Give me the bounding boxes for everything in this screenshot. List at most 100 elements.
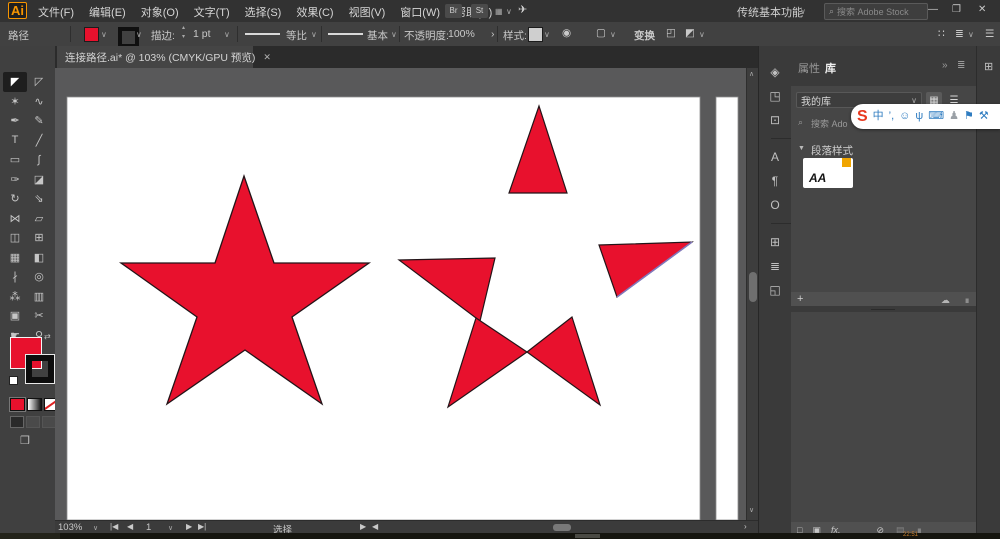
opacity-value[interactable]: 100%	[448, 28, 475, 40]
toolbox-icon[interactable]: ⚒	[979, 104, 989, 129]
add-library-item-icon[interactable]: +	[797, 293, 803, 305]
pencil-tool[interactable]: ✑	[3, 170, 27, 190]
appearance-panel-icon[interactable]: O	[759, 193, 791, 217]
export-panel-icon[interactable]: ◳	[759, 84, 791, 108]
style-swatch[interactable]	[528, 27, 543, 42]
menu-file[interactable]: 文件(F)	[38, 4, 74, 20]
select-similar-chevron-icon[interactable]: ∨	[610, 30, 616, 39]
rectangle-tool[interactable]: ▭	[3, 150, 27, 170]
stock-search-field[interactable]: ⌕ 搜索 Adobe Stock	[824, 3, 928, 20]
gradient-mode-button[interactable]	[27, 398, 42, 411]
menu-effect[interactable]: 效果(C)	[296, 4, 333, 20]
symbol-sprayer-tool[interactable]: ⁂	[3, 287, 27, 307]
sogou-logo[interactable]: S	[857, 104, 868, 129]
layers-panel-icon[interactable]: ◈	[759, 60, 791, 84]
stock-button[interactable]: St	[471, 4, 488, 18]
stroke-weight-value[interactable]: 1 pt	[193, 28, 211, 40]
layout-switcher-chevron-icon[interactable]: ∨	[506, 7, 512, 16]
taskbar-start-region[interactable]	[0, 533, 60, 539]
selection-tool[interactable]: ◤	[3, 72, 27, 92]
magic-wand-tool[interactable]: ✶	[3, 92, 27, 112]
horizontal-scroll-thumb[interactable]	[553, 524, 571, 531]
artboard-nav-chevron-icon[interactable]: ∨	[168, 524, 173, 532]
sync-library-icon[interactable]: ☁	[941, 295, 950, 305]
slice-tool[interactable]: ✂	[27, 306, 51, 326]
shape-builder-tool[interactable]: ◫	[3, 228, 27, 248]
paragraph-panel-icon[interactable]: ¶	[759, 169, 791, 193]
scale-tool[interactable]: ⇘	[27, 189, 51, 209]
tab-overflow-icon[interactable]: »	[942, 60, 948, 71]
menu-view[interactable]: 视图(V)	[349, 4, 386, 20]
close-button[interactable]: ✕	[978, 4, 986, 15]
tab-close-icon[interactable]: ✕	[263, 52, 271, 63]
menu-select[interactable]: 选择(S)	[245, 4, 282, 20]
eyedropper-tool[interactable]: ∤	[3, 267, 27, 287]
pathfinder-panel-icon[interactable]: ◱	[759, 278, 791, 302]
curvature-tool[interactable]: ✎	[27, 111, 51, 131]
section-expand-icon[interactable]: ▼	[798, 145, 805, 152]
eraser-tool[interactable]: ◪	[27, 170, 51, 190]
brush-value[interactable]: 基本	[367, 28, 388, 43]
align-options-icon[interactable]: ∷	[938, 28, 945, 40]
stroke-stepper-down-icon[interactable]: ▾	[182, 33, 185, 40]
draw-normal-button[interactable]	[10, 416, 24, 428]
recolor-artwork-icon[interactable]: ◉	[562, 27, 571, 39]
stroke-stepper-up-icon[interactable]: ▴	[182, 24, 185, 31]
pen-tool[interactable]: ✒	[3, 111, 27, 131]
style-chevron-icon[interactable]: ∨	[544, 30, 550, 39]
arrange-chevron-icon[interactable]: ∨	[968, 30, 974, 39]
tab-libraries[interactable]: 库	[825, 60, 836, 76]
isolate-icon[interactable]: ◩	[685, 27, 695, 39]
punctuation-icon[interactable]: ’,	[889, 104, 895, 129]
hscroll-right-icon[interactable]: ›	[744, 522, 747, 531]
artboard-prev-icon[interactable]: ◀	[127, 522, 133, 531]
menu-window[interactable]: 窗口(W)	[400, 4, 440, 20]
sogou-input-bar[interactable]: S中’,☺ψ⌨♟⚑⚒	[851, 104, 1000, 129]
artboards-panel-icon[interactable]: ⊡	[759, 108, 791, 132]
transform-label[interactable]: 变换	[634, 28, 655, 43]
menu-type[interactable]: 文字(T)	[194, 4, 230, 20]
tab-properties[interactable]: 属性	[798, 60, 820, 76]
character-panel-icon[interactable]: A	[759, 145, 791, 169]
artboard-number[interactable]: 1	[146, 522, 151, 533]
scroll-up-icon[interactable]: ∧	[749, 70, 754, 78]
draw-behind-button[interactable]	[26, 416, 40, 428]
document-tab[interactable]: 连接路径.ai* @ 103% (CMYK/GPU 预览) ✕	[57, 46, 253, 68]
artboard-first-icon[interactable]: |◀	[110, 522, 118, 531]
paintbrush-tool[interactable]: ∫	[27, 150, 51, 170]
paragraph-style-thumbnail[interactable]: AA	[803, 158, 853, 188]
bridge-button[interactable]: Br	[445, 4, 462, 18]
taskbar-item[interactable]	[575, 534, 600, 538]
mic-icon[interactable]: ψ	[915, 104, 923, 129]
isolate-chevron-icon[interactable]: ∨	[699, 30, 705, 39]
chinese-mode-icon[interactable]: 中	[873, 104, 884, 129]
artboard-next-icon[interactable]: ▶	[186, 522, 192, 531]
brush-chevron-icon[interactable]: ∨	[391, 30, 397, 39]
mesh-tool[interactable]: ▦	[3, 248, 27, 268]
canvas-area[interactable]	[55, 68, 758, 520]
screen-mode-icon[interactable]: ❒	[20, 434, 30, 447]
apps-grid-icon[interactable]: ⊞	[984, 60, 993, 73]
zoom-level[interactable]: 103%	[58, 522, 82, 533]
stroke-proxy-swatch[interactable]	[26, 355, 54, 383]
blend-tool[interactable]: ◎	[27, 267, 51, 287]
keyboard-icon[interactable]: ⌨	[928, 104, 944, 129]
width-profile-chevron-icon[interactable]: ∨	[311, 30, 317, 39]
zoom-chevron-icon[interactable]: ∨	[93, 524, 98, 532]
align-panel-icon[interactable]: ≣	[759, 254, 791, 278]
artboard-last-icon[interactable]: ▶|	[198, 522, 206, 531]
delete-library-item-icon[interactable]: ∎	[964, 295, 970, 305]
skin-icon[interactable]: ⚑	[964, 104, 974, 129]
hscroll-left-icon[interactable]: ◀	[372, 522, 378, 531]
fill-chevron-icon[interactable]: ∨	[101, 30, 107, 39]
library-search-icon[interactable]: ⌕	[798, 117, 803, 128]
direct-selection-tool[interactable]: ◸	[27, 72, 51, 92]
menu-object[interactable]: 对象(O)	[141, 4, 179, 20]
stroke-chevron-icon[interactable]: ∨	[136, 30, 142, 39]
share-icon[interactable]: ✈	[518, 3, 527, 16]
graph-tool[interactable]: ▥	[27, 287, 51, 307]
swap-fill-stroke-icon[interactable]: ⇄	[44, 332, 51, 341]
select-similar-icon[interactable]: ▢	[596, 27, 606, 39]
type-tool[interactable]: T	[3, 131, 27, 151]
minimize-button[interactable]: —	[928, 4, 938, 15]
